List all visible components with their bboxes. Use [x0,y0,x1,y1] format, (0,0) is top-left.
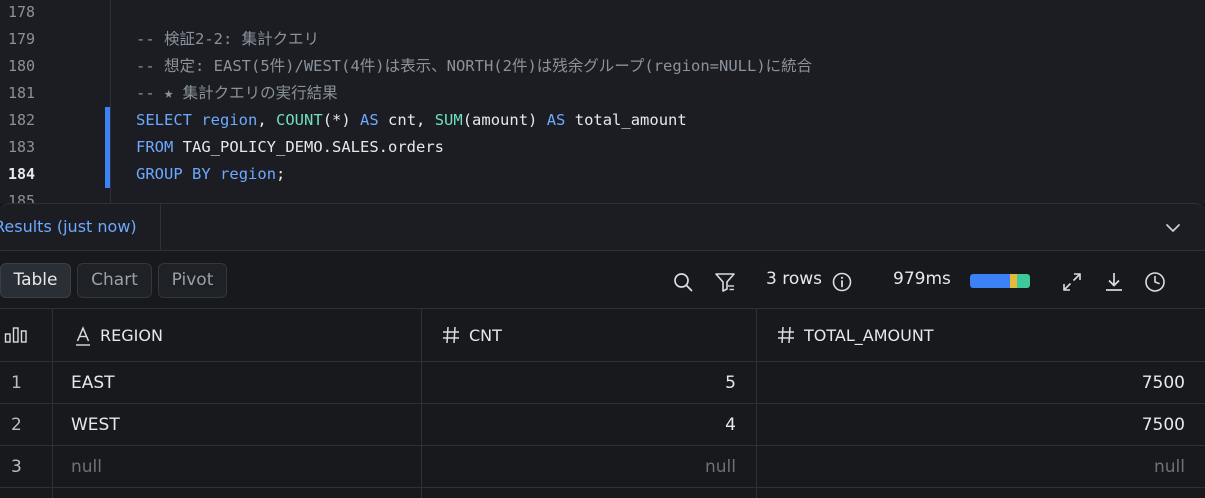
row-number-cell: 1 [0,362,53,403]
total-amount-null-value: null [1154,456,1185,477]
chevron-down-icon[interactable] [1163,218,1183,238]
row-number-cell: 3 [0,446,53,487]
line-number: 178 [8,3,36,21]
line-number: 185 [8,192,36,203]
sql-group-by-clause[interactable]: GROUP BY region; [136,161,285,188]
table-header-row: REGION CNT TOTAL_AMOUNT [0,309,1205,362]
filter-icon[interactable] [714,271,736,293]
total-amount-cell[interactable]: null [757,446,1205,487]
region-value: WEST [71,414,120,435]
sql-from-clause[interactable]: FROM TAG_POLICY_DEMO.SALES.orders [136,134,444,161]
timing-breakdown-bar[interactable] [970,274,1030,288]
tab-results-label: Results (just now) [0,217,137,236]
line-number-active: 184 [8,165,36,183]
tab-results[interactable]: Results (just now) [0,204,161,251]
selection-marker [105,134,110,161]
code-line-180[interactable]: 180 -- 想定: EAST(5件)/WEST(4件)は表示、NORTH(2件… [0,53,1205,80]
results-toolbar: Table Chart Pivot 3 rows 979ms [0,251,1205,309]
cnt-cell[interactable]: null [422,446,757,487]
total-amount-cell [757,488,1205,498]
row-number: 2 [11,414,22,435]
results-tabbar: Results (just now) [0,203,1205,251]
line-number: 182 [8,111,36,129]
column-header-label: TOTAL_AMOUNT [804,325,934,345]
download-icon[interactable] [1103,271,1125,293]
results-panel: Results (just now) Table Chart Pivot 3 r… [0,203,1205,498]
code-line-185: 185 [0,188,1205,203]
row-number: 3 [11,456,22,477]
line-number: 179 [8,30,36,48]
cnt-null-value: null [705,456,736,477]
cnt-cell[interactable]: 4 [422,404,757,445]
cnt-value: 5 [725,372,736,393]
comment-text[interactable]: -- 想定: EAST(5件)/WEST(4件)は表示、NORTH(2件)は残余… [136,53,812,80]
view-tab-table[interactable]: Table [0,263,71,298]
comment-text[interactable]: -- ★ 集計クエリの実行結果 [136,80,338,107]
comment-text[interactable]: -- 検証2-2: 集計クエリ [136,26,319,53]
column-header-label: CNT [469,325,502,345]
row-number-cell [0,488,53,498]
line-number: 181 [8,84,36,102]
cnt-value: 4 [725,414,736,435]
code-line-181[interactable]: 181 -- ★ 集計クエリの実行結果 [0,80,1205,107]
region-null-value: null [71,456,102,477]
expand-icon[interactable] [1061,271,1083,293]
total-amount-cell[interactable]: 7500 [757,362,1205,403]
code-line-182[interactable]: 182 SELECT region, COUNT(*) AS cnt, SUM(… [0,107,1205,134]
total-amount-cell[interactable]: 7500 [757,404,1205,445]
line-number: 180 [8,57,36,75]
number-type-icon [778,326,794,344]
row-count: 3 rows [766,269,822,289]
history-clock-icon[interactable] [1144,271,1166,293]
query-duration: 979ms [893,269,951,289]
table-row[interactable]: 2 WEST 4 7500 [0,404,1205,446]
row-number-cell: 2 [0,404,53,445]
cnt-cell[interactable]: 5 [422,362,757,403]
info-icon[interactable] [831,271,853,293]
region-cell[interactable]: null [53,446,422,487]
view-tab-chart[interactable]: Chart [77,263,152,298]
row-number-header[interactable] [0,309,53,361]
code-line-178: 178 [0,0,1205,26]
search-icon[interactable] [672,271,694,293]
region-cell[interactable]: EAST [53,362,422,403]
selection-marker [105,161,110,188]
code-line-183[interactable]: 183 FROM TAG_POLICY_DEMO.SALES.orders [0,134,1205,161]
number-type-icon [443,326,459,344]
sql-select-statement[interactable]: SELECT region, COUNT(*) AS cnt, SUM(amou… [136,107,687,134]
table-row[interactable]: 3 null null null [0,446,1205,488]
selection-marker [105,107,110,134]
column-stats-icon[interactable] [4,326,28,344]
total-amount-value: 7500 [1141,372,1185,393]
code-line-184[interactable]: 184 GROUP BY region; [0,161,1205,188]
text-type-icon [76,326,90,346]
column-header-total-amount[interactable]: TOTAL_AMOUNT [757,309,1205,361]
row-number: 1 [11,372,22,393]
table-row-partial [0,488,1205,498]
region-cell[interactable]: WEST [53,404,422,445]
view-tab-pivot[interactable]: Pivot [158,263,227,298]
region-value: EAST [71,372,115,393]
cnt-cell [422,488,757,498]
column-header-label: REGION [100,325,163,345]
column-header-cnt[interactable]: CNT [422,309,757,361]
sql-editor[interactable]: 178 179 -- 検証2-2: 集計クエリ 180 -- 想定: EAST(… [0,0,1205,203]
line-number: 183 [8,138,36,156]
region-cell [53,488,422,498]
total-amount-value: 7500 [1141,414,1185,435]
column-header-region[interactable]: REGION [53,309,422,361]
table-row[interactable]: 1 EAST 5 7500 [0,362,1205,404]
code-line-179[interactable]: 179 -- 検証2-2: 集計クエリ [0,26,1205,53]
